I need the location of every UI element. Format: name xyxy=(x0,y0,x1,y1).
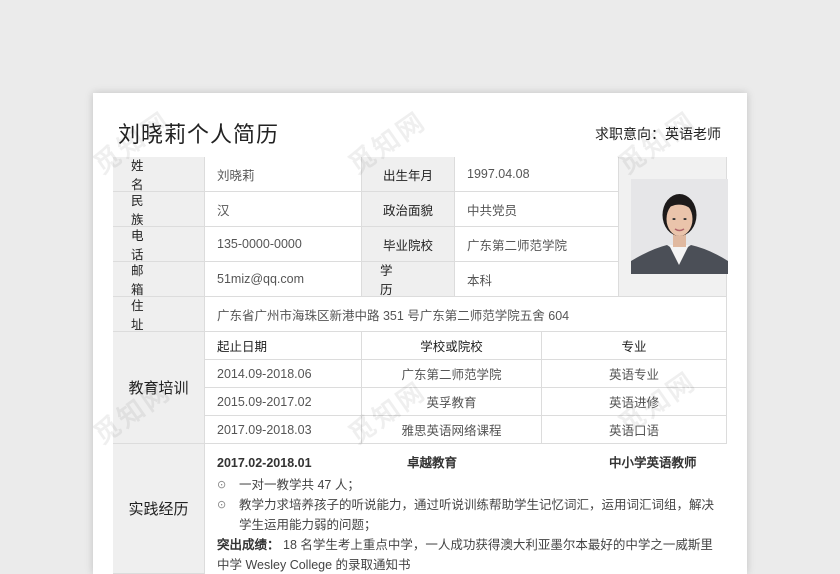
practice-highlight-label: 突出成绩： xyxy=(217,538,280,552)
bullet-icon: ⊙ xyxy=(217,479,227,491)
resume-title: 刘晓莉个人简历 xyxy=(118,122,280,147)
photo-cell xyxy=(619,157,728,297)
education-row-1-major: 英语专业 xyxy=(542,360,727,388)
practice-bullet: ⊙ 一对一教学共 47 人； xyxy=(217,475,717,495)
school-label: 毕业院校 xyxy=(362,227,455,262)
practice-content: 2017.02-2018.01 卓越教育 中小学英语教师 ⊙ 一对一教学共 47… xyxy=(217,453,717,574)
email-label: 邮 箱 xyxy=(113,262,205,297)
education-row-3-school: 雅思英语网络课程 xyxy=(362,416,542,444)
degree-value: 本科 xyxy=(455,262,619,297)
politics-value: 中共党员 xyxy=(455,192,619,227)
email-value: 51miz@qq.com xyxy=(205,262,362,297)
education-row-1-dates: 2014.09-2018.06 xyxy=(205,360,362,388)
practice-highlight-text: 18 名学生考上重点中学，一人成功获得澳大利亚墨尔本最好的中学之一威斯里中学 W… xyxy=(217,538,713,572)
practice-bullet-text: 教学力求培养孩子的听说能力，通过听说训练帮助学生记忆词汇，运用词汇词组，解决学生… xyxy=(239,498,715,532)
education-header-major: 专业 xyxy=(542,332,727,360)
education-header-school: 学校或院校 xyxy=(362,332,542,360)
practice-bullet-text: 一对一教学共 47 人； xyxy=(239,478,360,492)
birth-label: 出生年月 xyxy=(362,157,455,192)
education-row-3-major: 英语口语 xyxy=(542,416,727,444)
education-header-dates: 起止日期 xyxy=(205,332,362,360)
address-value: 广东省广州市海珠区新港中路 351 号广东第二师范学院五舍 604 xyxy=(205,297,727,332)
phone-label: 电 话 xyxy=(113,227,205,262)
school-value: 广东第二师范学院 xyxy=(455,227,619,262)
education-label: 教育培训 xyxy=(113,332,205,444)
education-row-2-school: 英孚教育 xyxy=(362,388,542,416)
practice-header-row: 2017.02-2018.01 卓越教育 中小学英语教师 xyxy=(217,453,717,475)
phone-value: 135-0000-0000 xyxy=(205,227,362,262)
name-value: 刘晓莉 xyxy=(205,157,362,192)
ethnicity-value: 汉 xyxy=(205,192,362,227)
resume-page: 刘晓莉个人简历 求职意向：英语老师 姓 名 刘晓莉 出生年月 1997.04.0… xyxy=(93,93,747,574)
degree-label: 学 历 xyxy=(362,262,455,297)
ethnicity-label: 民 族 xyxy=(113,192,205,227)
practice-org: 卓越教育 xyxy=(407,456,458,470)
practice-role: 中小学英语教师 xyxy=(609,456,697,470)
name-label: 姓 名 xyxy=(113,157,205,192)
politics-label: 政治面貌 xyxy=(362,192,455,227)
practice-period: 2017.02-2018.01 xyxy=(217,456,312,470)
birth-value: 1997.04.08 xyxy=(455,157,619,192)
address-label: 住 址 xyxy=(113,297,205,332)
education-row-2-major: 英语进修 xyxy=(542,388,727,416)
practice-bullet: ⊙ 教学力求培养孩子的听说能力，通过听说训练帮助学生记忆词汇，运用词汇词组，解决… xyxy=(217,495,717,535)
profile-photo xyxy=(631,179,728,274)
education-row-3-dates: 2017.09-2018.03 xyxy=(205,416,362,444)
practice-label: 实践经历 xyxy=(113,444,205,574)
education-row-1-school: 广东第二师范学院 xyxy=(362,360,542,388)
practice-highlight: 突出成绩： 18 名学生考上重点中学，一人成功获得澳大利亚墨尔本最好的中学之一威… xyxy=(217,535,717,574)
job-objective: 求职意向：英语老师 xyxy=(595,126,721,142)
bullet-icon: ⊙ xyxy=(217,499,227,511)
portrait-illustration xyxy=(631,179,728,274)
education-row-2-dates: 2015.09-2017.02 xyxy=(205,388,362,416)
